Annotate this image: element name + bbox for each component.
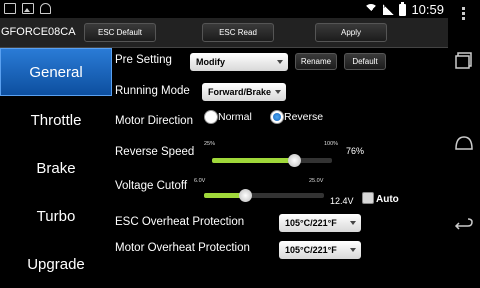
battery-icon (399, 1, 407, 16)
pre-setting-select[interactable]: Modify (190, 53, 288, 71)
apply-button[interactable]: Apply (315, 23, 387, 42)
motor-direction-reverse-label: Reverse (284, 111, 324, 123)
voltage-cutoff-min: 6.0V (194, 178, 206, 184)
running-mode-label: Running Mode (115, 85, 190, 97)
pre-setting-value: Modify (196, 57, 225, 67)
voltage-cutoff-max: 25.0V (309, 178, 324, 184)
sidebar-item-brake[interactable]: Brake (0, 144, 112, 192)
esc-overheat-value: 105°C/221°F (285, 218, 337, 228)
sidebar-item-turbo[interactable]: Turbo (0, 192, 112, 240)
wifi-icon (364, 3, 379, 16)
chevron-down-icon (275, 90, 281, 94)
rename-button[interactable]: Rename (295, 53, 337, 70)
reverse-speed-value: 76% (346, 146, 365, 156)
reverse-speed-max: 100% (324, 141, 339, 147)
home-icon[interactable] (454, 133, 474, 153)
voltage-cutoff-auto-checkbox[interactable] (362, 192, 374, 204)
voltage-cutoff-thumb[interactable] (238, 189, 252, 202)
android-icon (40, 3, 51, 14)
voltage-cutoff-auto-label: Auto (376, 194, 399, 205)
motor-direction-label: Motor Direction (115, 115, 193, 127)
esc-overheat-select[interactable]: 105°C/221°F (279, 214, 361, 232)
sidebar-item-general[interactable]: General (0, 48, 112, 96)
esc-overheat-label: ESC Overheat Protection (115, 216, 245, 228)
chevron-down-icon (350, 248, 356, 252)
motor-direction-normal-label: Normal (218, 111, 252, 123)
motor-direction-normal-radio[interactable] (204, 110, 218, 124)
running-mode-select[interactable]: Forward/Brake (202, 83, 286, 101)
back-icon[interactable] (454, 216, 474, 236)
navigation-bar (448, 0, 480, 288)
warning-icon (4, 3, 16, 14)
voltage-cutoff-slider[interactable] (204, 193, 324, 198)
top-toolbar: GFORCE08CA ESC Default ESC Read Apply (0, 18, 448, 48)
sidebar: General Throttle Brake Turbo Upgrade (0, 48, 112, 288)
esc-default-button[interactable]: ESC Default (84, 23, 156, 42)
status-clock: 10:59 (411, 2, 444, 17)
reverse-speed-thumb[interactable] (287, 154, 301, 167)
reverse-speed-slider[interactable] (212, 158, 332, 163)
voltage-cutoff-label: Voltage Cutoff (115, 180, 188, 192)
pre-setting-label: Pre Setting (115, 54, 172, 66)
motor-overheat-select[interactable]: 105°C/221°F (279, 241, 361, 259)
default-button[interactable]: Default (344, 53, 386, 70)
sidebar-item-upgrade[interactable]: Upgrade (0, 240, 112, 288)
esc-model-name: GFORCE08CA (1, 26, 76, 38)
overflow-menu-icon[interactable] (462, 7, 465, 22)
chevron-down-icon (350, 221, 356, 225)
signal-icon (382, 1, 395, 15)
recent-apps-icon[interactable] (454, 50, 474, 70)
reverse-speed-min: 25% (204, 141, 216, 147)
esc-read-button[interactable]: ESC Read (202, 23, 274, 42)
image-icon (22, 3, 34, 14)
chevron-down-icon (277, 60, 283, 64)
status-bar: 10:59 (0, 0, 448, 18)
reverse-speed-fill (212, 158, 294, 163)
motor-direction-reverse-radio[interactable] (270, 110, 284, 124)
motor-overheat-value: 105°C/221°F (285, 245, 337, 255)
general-settings-panel: Pre Setting Modify Rename Default Runnin… (112, 48, 448, 288)
voltage-cutoff-value: 12.4V (330, 196, 354, 206)
motor-overheat-label: Motor Overheat Protection (115, 242, 250, 254)
sidebar-item-throttle[interactable]: Throttle (0, 96, 112, 144)
running-mode-value: Forward/Brake (208, 87, 272, 97)
reverse-speed-label: Reverse Speed (115, 146, 195, 158)
